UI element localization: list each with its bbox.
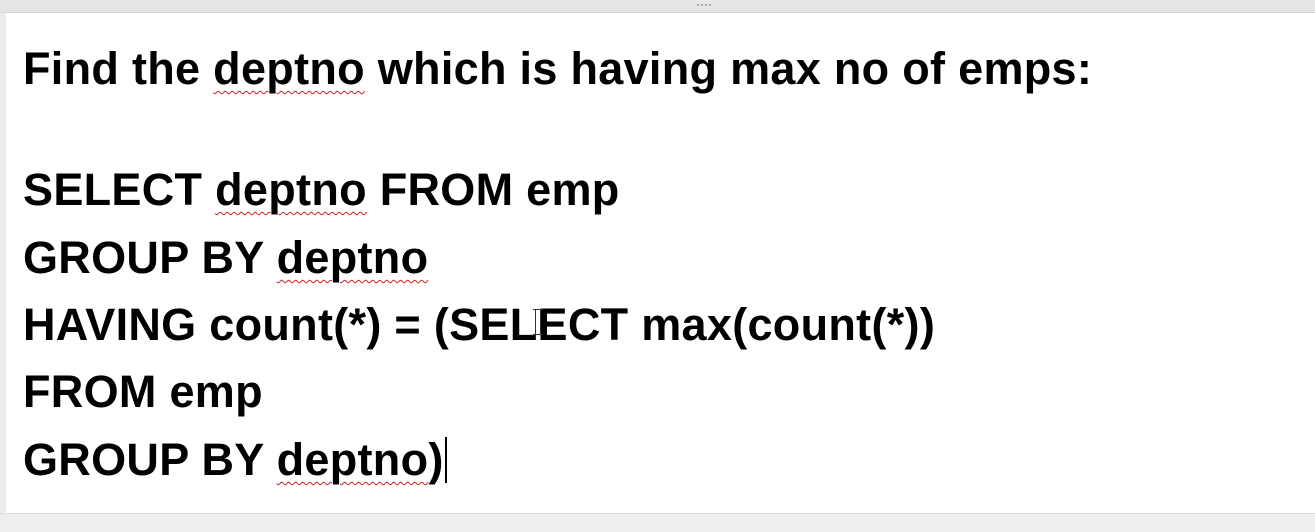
query-line-from: FROM emp [23,366,263,418]
window-bottom-strip [0,513,1315,532]
spelling-error-word[interactable]: deptno [213,43,365,94]
spelling-error-word[interactable]: deptno [277,232,429,283]
heading-line: Find the deptno which is having max no o… [23,43,1092,95]
query-text: FROM emp [366,164,620,215]
window-top-strip [0,0,1315,13]
query-keyword-text: SELECT [23,164,216,215]
spelling-error-word[interactable]: deptno [277,434,429,485]
query-text-before-cursor: HAVING count(*) = (SEL [23,299,538,350]
spelling-error-word[interactable]: deptno [215,164,367,215]
query-keyword-text: GROUP BY [23,434,277,485]
query-keyword-text: GROUP BY [23,232,277,283]
query-text: ) [428,434,444,485]
query-line-group-by-sub: GROUP BY deptno) [23,434,447,486]
heading-text-before: Find the [23,43,214,94]
text-caret [444,437,447,483]
document-page[interactable]: Find the deptno which is having max no o… [6,13,1315,513]
query-line-group-by: GROUP BY deptno [23,232,428,284]
heading-text-after: which is having max no of emps: [364,43,1093,94]
query-line-select: SELECT deptno FROM emp [23,164,620,216]
drag-grip-icon[interactable] [697,4,717,8]
query-text-after-cursor: ECT max(count(*)) [537,299,936,350]
query-line-having: HAVING count(*) = (SELECT max(count(*)) [23,299,935,351]
query-text: FROM emp [23,366,263,417]
